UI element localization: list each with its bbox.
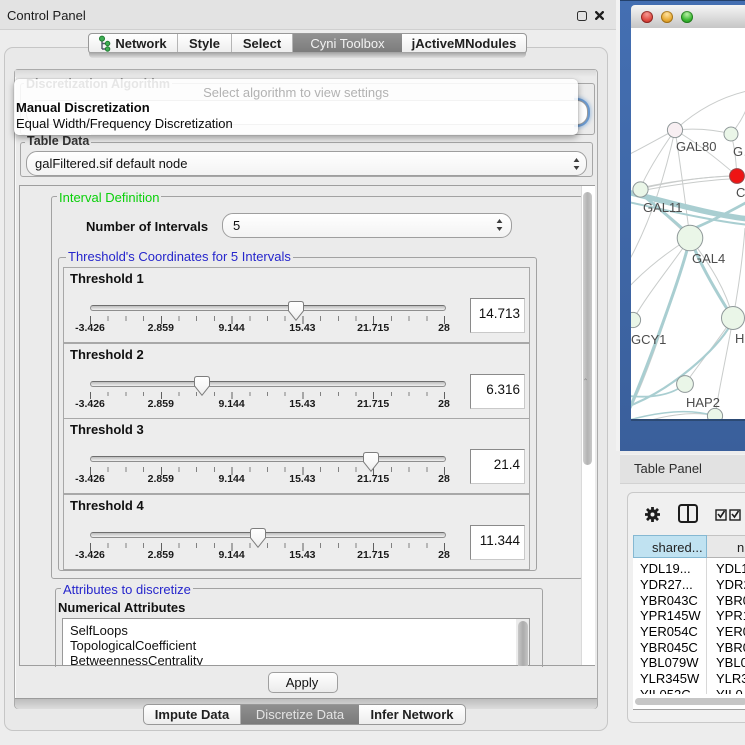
svg-text:GCY1: GCY1 — [631, 332, 666, 347]
svg-text:GAL11: GAL11 — [643, 200, 683, 215]
svg-text:GAL80: GAL80 — [676, 139, 716, 154]
svg-text:HAP2: HAP2 — [686, 395, 720, 410]
svg-text:C…: C… — [736, 185, 745, 200]
svg-text:H…: H… — [735, 331, 745, 346]
svg-text:G…: G… — [733, 144, 745, 159]
svg-text:GAL4: GAL4 — [692, 251, 725, 266]
